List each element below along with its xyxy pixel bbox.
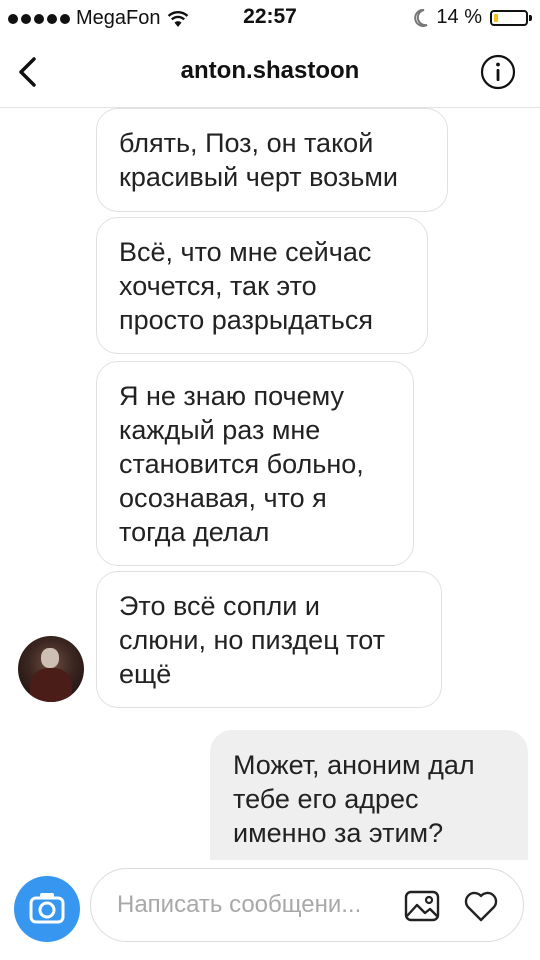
conversation-title[interactable]: anton.shastoon [0,57,540,85]
conversation-header: anton.shastoon [0,36,540,108]
message-thread[interactable]: блять, Поз, он такой красивый черт возьм… [0,108,540,860]
message-bubble-incoming[interactable]: Это всё сопли и слюни, но пиздец тот ещё [96,571,442,708]
message-bubble-outgoing[interactable]: Может, аноним дал тебе его адрес именно … [210,730,528,860]
message-input[interactable]: Написать сообщени... [90,868,524,942]
message-composer: Написать сообщени... [0,860,540,960]
battery-percent: 14 % [436,6,482,28]
message-input-placeholder[interactable]: Написать сообщени... [117,891,379,919]
battery-level [494,13,498,22]
camera-icon [29,893,65,924]
camera-button[interactable] [14,876,80,942]
avatar[interactable] [18,636,84,702]
image-icon[interactable] [402,886,442,926]
message-bubble-incoming[interactable]: Я не знаю почему каждый раз мне становит… [96,361,414,566]
moon-icon [414,8,428,27]
heart-icon[interactable] [461,886,501,926]
status-bar: MegaFon 22:57 14 % [0,0,540,36]
info-icon[interactable] [480,54,516,90]
message-bubble-incoming[interactable]: Всё, что мне сейчас хочется, так это про… [96,217,428,354]
status-right: 14 % [414,6,532,29]
message-bubble-incoming[interactable]: блять, Поз, он такой красивый черт возьм… [96,108,448,212]
battery-icon [490,9,532,26]
